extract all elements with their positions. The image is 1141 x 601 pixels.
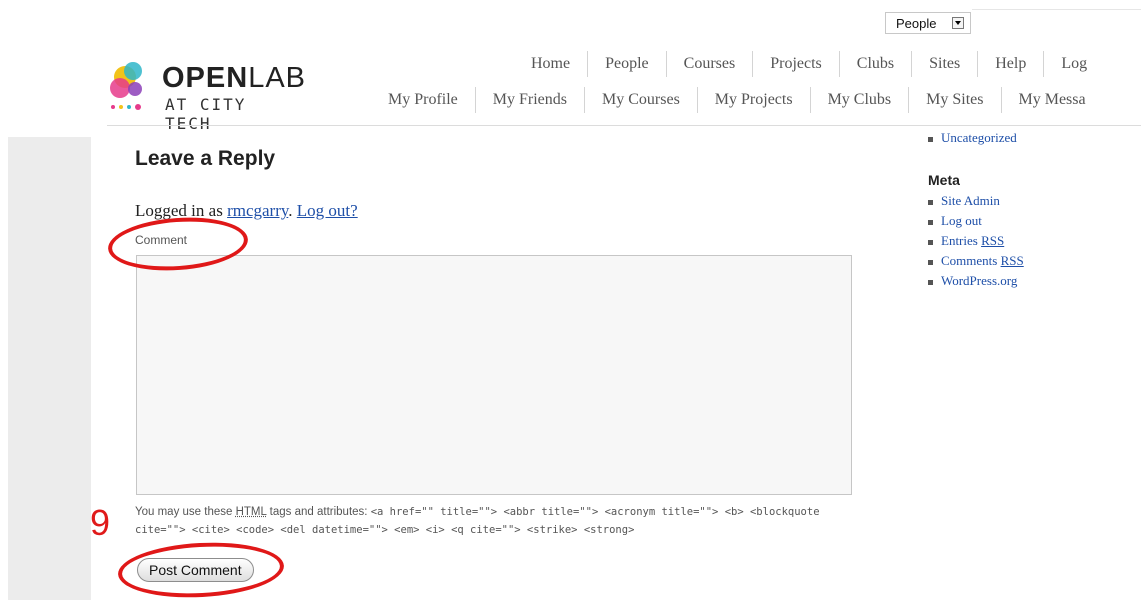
logo-dot-icon xyxy=(128,82,142,96)
nav-courses[interactable]: Courses xyxy=(665,51,753,77)
logo-dot-icon xyxy=(110,78,130,98)
logo-dot-icon xyxy=(111,105,115,109)
nav-my-clubs[interactable]: My Clubs xyxy=(809,87,909,113)
sidebar-category-item[interactable]: Uncategorized xyxy=(928,130,1017,146)
bullet-icon xyxy=(928,279,933,285)
allowed-tags-note: You may use these HTML tags and attribut… xyxy=(135,503,875,539)
header-divider xyxy=(107,125,1141,126)
nav-clubs[interactable]: Clubs xyxy=(838,51,911,77)
meta-item-label: Comments xyxy=(941,253,998,268)
logo-dot-icon xyxy=(119,105,123,109)
nav-my-projects[interactable]: My Projects xyxy=(696,87,810,113)
secondary-nav: My Profile My Friends My Courses My Proj… xyxy=(371,87,1103,113)
left-panel xyxy=(8,137,91,600)
meta-item-label: WordPress.org xyxy=(941,273,1018,288)
bullet-icon xyxy=(928,259,933,265)
left-gutter xyxy=(0,0,8,600)
logo-title: OPENLAB xyxy=(162,62,306,95)
logout-link[interactable]: Log out? xyxy=(297,201,358,220)
meta-item-entries-rss[interactable]: Entries RSS xyxy=(928,231,1024,251)
category-label: Uncategorized xyxy=(941,130,1017,145)
meta-item-wordpress-org[interactable]: WordPress.org xyxy=(928,271,1024,291)
meta-item-site-admin[interactable]: Site Admin xyxy=(928,191,1024,211)
meta-item-comments-rss[interactable]: Comments RSS xyxy=(928,251,1024,271)
annotation-step-number: 9 xyxy=(90,502,111,543)
nav-my-courses[interactable]: My Courses xyxy=(584,87,697,113)
meta-item-label: Log out xyxy=(941,213,982,228)
username-link[interactable]: rmcgarry xyxy=(227,201,288,220)
rss-abbr: RSS xyxy=(981,233,1005,248)
nav-log[interactable]: Log xyxy=(1043,51,1104,77)
nav-projects[interactable]: Projects xyxy=(752,51,839,77)
html-abbr: HTML xyxy=(235,506,267,518)
nav-sites[interactable]: Sites xyxy=(911,51,977,77)
logo-dot-icon xyxy=(127,105,131,109)
nav-my-profile[interactable]: My Profile xyxy=(371,87,475,113)
tags-intro: You may use these xyxy=(135,506,236,518)
primary-nav: Home People Courses Projects Clubs Sites… xyxy=(514,51,1104,77)
meta-item-label: Site Admin xyxy=(941,193,1000,208)
tags-mid: tags and attributes: xyxy=(266,506,371,518)
bullet-icon xyxy=(928,136,933,142)
logo-subtitle: AT CITY TECH xyxy=(165,95,247,133)
dropdown-arrow-icon[interactable] xyxy=(952,17,964,29)
meta-list: Site Admin Log out Entries RSS Comments … xyxy=(928,191,1024,291)
reply-heading: Leave a Reply xyxy=(135,147,276,170)
logo-title-bold: OPEN xyxy=(162,62,249,94)
rss-abbr: RSS xyxy=(1000,253,1024,268)
logo-dot-icon xyxy=(124,62,142,80)
search-type-value: People xyxy=(896,16,937,31)
search-type-select[interactable]: People xyxy=(885,12,971,34)
logo-dot-icon xyxy=(135,104,141,110)
comment-textarea[interactable] xyxy=(136,255,852,495)
bullet-icon xyxy=(928,199,933,205)
nav-my-sites[interactable]: My Sites xyxy=(908,87,1000,113)
annotation-ellipse-post xyxy=(116,538,286,601)
nav-my-friends[interactable]: My Friends xyxy=(474,87,584,113)
meta-heading: Meta xyxy=(928,172,960,188)
logo-title-light: LAB xyxy=(248,62,307,94)
search-strip xyxy=(972,9,1141,10)
openlab-logo[interactable]: OPENLAB AT CITY TECH xyxy=(108,60,305,133)
nav-home[interactable]: Home xyxy=(514,51,587,77)
bullet-icon xyxy=(928,219,933,225)
nav-people[interactable]: People xyxy=(587,51,666,77)
meta-item-log-out[interactable]: Log out xyxy=(928,211,1024,231)
bullet-icon xyxy=(928,239,933,245)
nav-help[interactable]: Help xyxy=(977,51,1043,77)
nav-my-messages[interactable]: My Messa xyxy=(1000,87,1103,113)
meta-item-label: Entries xyxy=(941,233,978,248)
